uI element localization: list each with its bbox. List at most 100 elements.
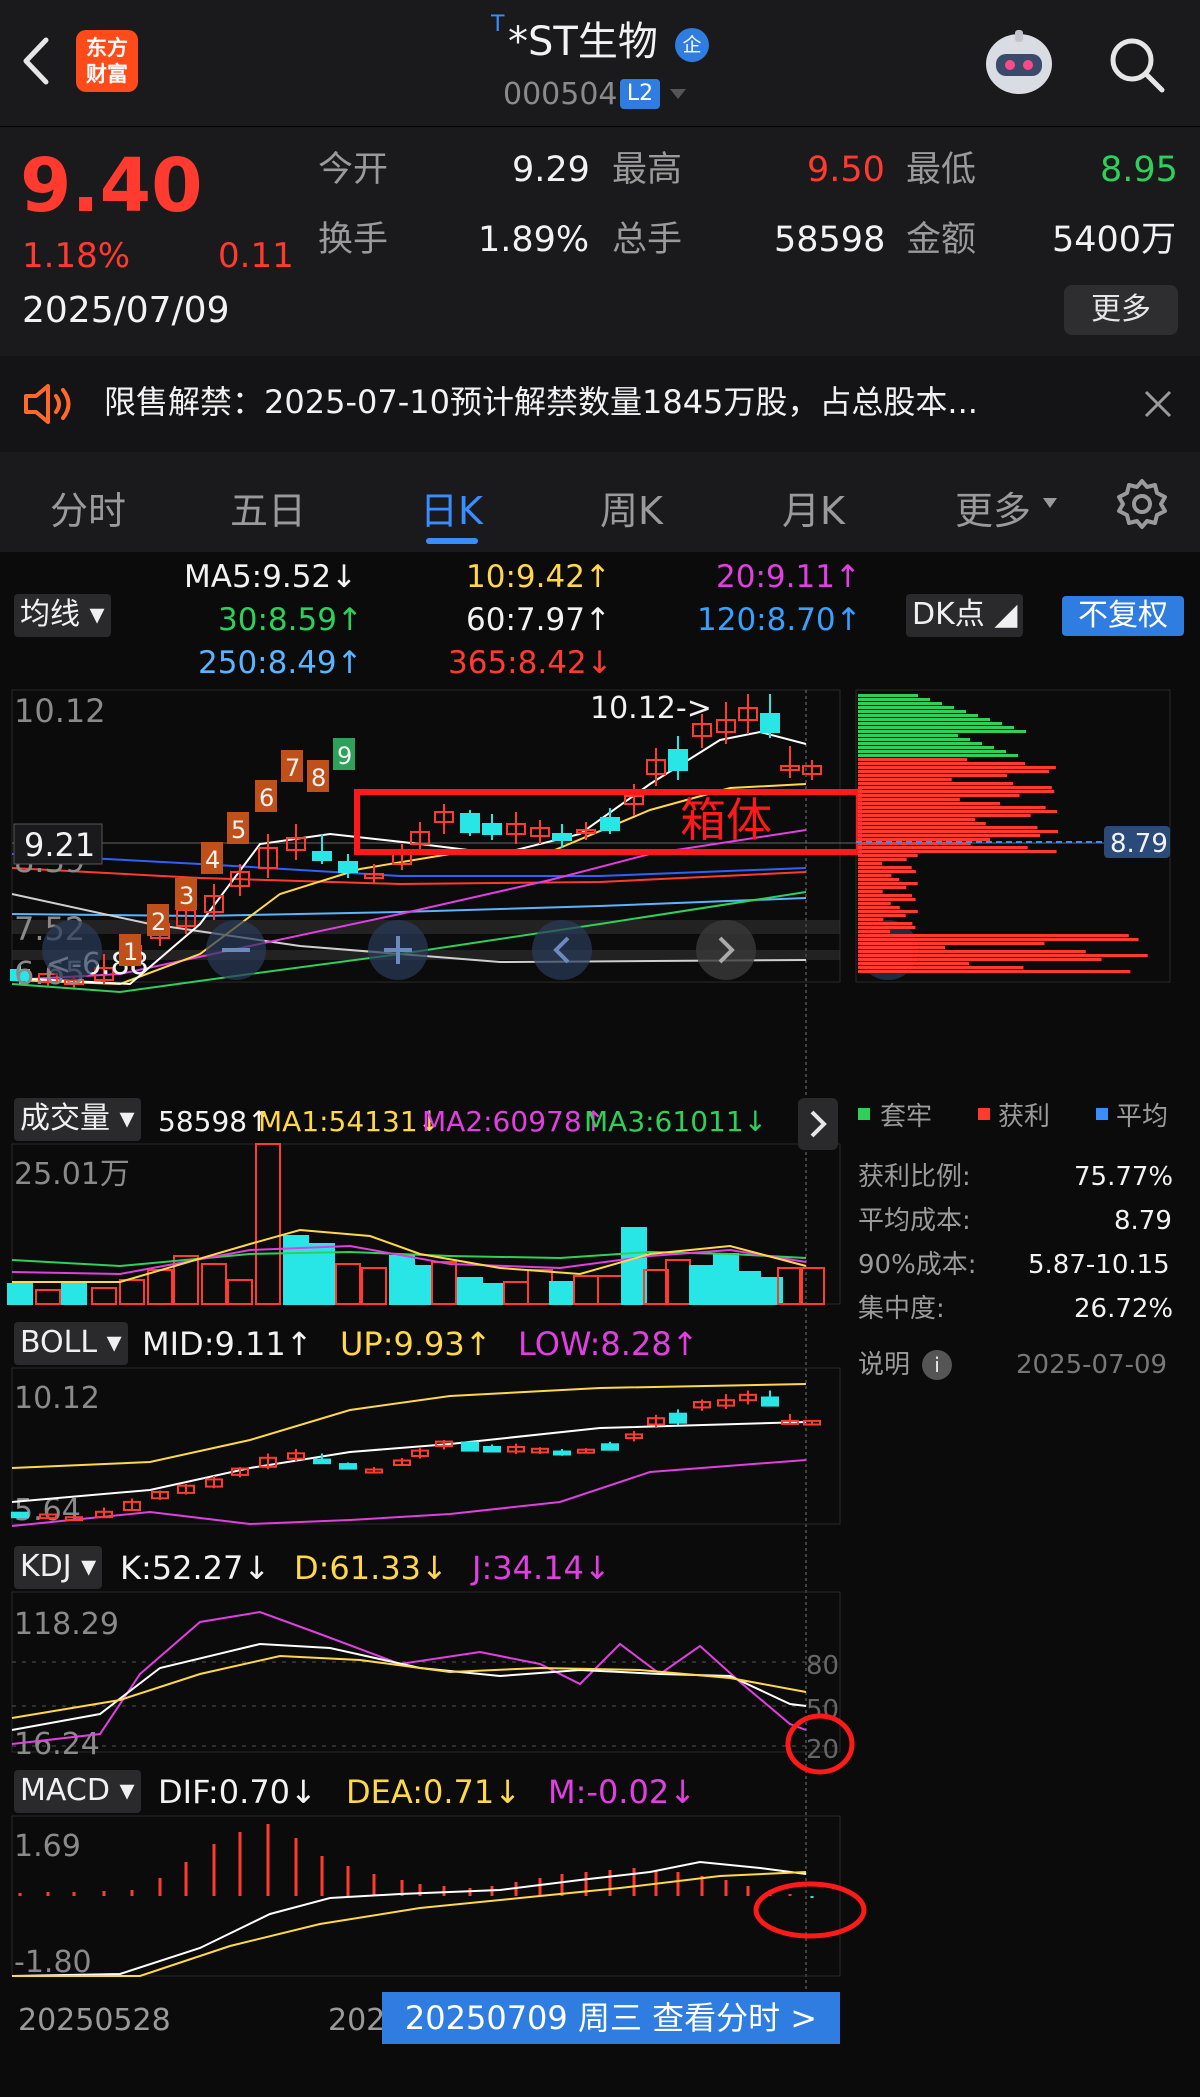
chip-bar xyxy=(858,826,1038,829)
app-logo[interactable]: 东方 财富 xyxy=(76,30,138,92)
chip-bar xyxy=(858,758,968,761)
gear-icon[interactable] xyxy=(1116,478,1168,530)
chip-bar xyxy=(858,802,1000,805)
notice-bar[interactable]: 限售解禁：2025-07-10预计解禁数量1845万股，占总股本... xyxy=(0,356,1200,452)
chip-bar xyxy=(858,942,1045,945)
kdj-level-80: 80 xyxy=(806,1651,839,1681)
candle-body xyxy=(668,749,688,771)
candle-body xyxy=(760,713,780,733)
robot-avatar-icon[interactable] xyxy=(980,26,1058,102)
active-tab-indicator xyxy=(426,538,478,544)
volume-bar xyxy=(431,1261,457,1305)
dk-point-selector[interactable]: DK点 ◢ xyxy=(906,594,1024,637)
search-icon[interactable] xyxy=(1106,34,1168,96)
boll-candle-body xyxy=(313,1458,331,1465)
chip-bar xyxy=(858,770,1050,773)
tab-intraday[interactable]: 分时 xyxy=(50,480,126,535)
scroll-left-button[interactable] xyxy=(532,920,592,980)
view-intraday-button[interactable]: 20250709 周三 查看分时 > xyxy=(382,1992,840,2044)
boll-y-top: 10.12 xyxy=(14,1381,100,1416)
low-value: 8.95 xyxy=(1100,150,1178,190)
chip-bar xyxy=(858,902,891,905)
cursor-price: 9.21 xyxy=(24,826,95,864)
chip-bar xyxy=(858,818,976,821)
kdj-d: D:61.33↓ xyxy=(294,1549,448,1587)
axis-start-date: 20250528 xyxy=(18,2003,171,2038)
chip-row-value: 8.79 xyxy=(1114,1206,1172,1236)
macd-dif: DIF:0.70↓ xyxy=(158,1773,317,1811)
chip-row-label: 获利比例: xyxy=(858,1162,971,1192)
legend-trap-swatch xyxy=(858,1108,870,1120)
chip-bar xyxy=(858,846,1028,849)
chip-bar xyxy=(858,734,958,737)
chip-bar xyxy=(858,886,907,889)
tab-more[interactable]: 更多 xyxy=(955,480,1031,535)
ma-selector[interactable]: 均线 ▾ xyxy=(14,594,111,637)
more-quote-button[interactable]: 更多 xyxy=(1064,285,1178,335)
volume-bar xyxy=(573,1275,599,1305)
tab-five-day[interactable]: 五日 xyxy=(230,480,306,535)
volume-selector[interactable]: 成交量 ▾ xyxy=(14,1098,141,1141)
info-icon[interactable]: i xyxy=(922,1350,952,1380)
chip-row-value: 5.87-10.15 xyxy=(1028,1250,1170,1280)
volume-label: 总手 xyxy=(612,220,683,260)
dk-point-label: DK点 xyxy=(912,597,985,632)
chip-bar xyxy=(858,870,916,873)
chip-bar xyxy=(858,762,1025,765)
ma365-value: 365:8.42↓ xyxy=(448,645,613,681)
zoom-out-full-button[interactable] xyxy=(42,920,102,980)
volume-bar xyxy=(689,1265,715,1305)
boll-low: LOW:8.28↑ xyxy=(518,1325,699,1363)
macd-panel xyxy=(11,1815,841,1977)
charts-canvas[interactable]: 箱体 10.12 8.39 7.52 6.65 9.21 10.12-> <-6… xyxy=(0,684,1200,2097)
chip-bar xyxy=(858,910,918,913)
boll-candle-body xyxy=(553,1450,571,1456)
chip-bar xyxy=(858,730,1026,733)
adjust-mode-button[interactable]: 不复权 xyxy=(1062,596,1184,636)
chip-bar xyxy=(858,970,1131,973)
chip-bar xyxy=(858,946,946,949)
kdj-selector[interactable]: KDJ ▾ xyxy=(14,1546,103,1589)
expand-chip-button[interactable] xyxy=(798,1098,838,1150)
stock-code: 000504 xyxy=(503,77,618,112)
boll-candles xyxy=(11,1390,821,1522)
volume-bar xyxy=(527,1269,553,1305)
chip-note[interactable]: 说明 xyxy=(858,1352,910,1378)
candle-body xyxy=(482,823,502,835)
volume-bar xyxy=(35,1289,61,1305)
enterprise-badge: 企 xyxy=(675,28,709,62)
tab-daily-k[interactable]: 日K xyxy=(420,480,483,535)
candle-body xyxy=(338,861,358,873)
tab-monthly-k[interactable]: 月K xyxy=(782,480,845,535)
legend-avg: 平均 xyxy=(1116,1102,1169,1132)
chip-bar xyxy=(858,894,913,897)
candle-body xyxy=(460,813,480,833)
macd-histogram xyxy=(18,1824,814,1898)
volume-ma1: MA1:54131↓ xyxy=(258,1105,442,1138)
chip-bar xyxy=(858,722,1002,725)
candle-body xyxy=(600,817,620,831)
legend-avg-swatch xyxy=(1096,1108,1108,1120)
chip-bar xyxy=(858,718,990,721)
chart-area: 均线 ▾ MA5:9.52↓ 10:9.42↑ 20:9.11↑ 30:8.59… xyxy=(0,552,1200,2097)
turnover-value: 1.89% xyxy=(478,220,590,260)
back-icon[interactable] xyxy=(18,34,52,88)
tab-weekly-k[interactable]: 周K xyxy=(600,480,663,535)
chip-bar xyxy=(858,694,918,697)
volume-bar xyxy=(255,1143,281,1305)
macd-selector[interactable]: MACD ▾ xyxy=(14,1770,141,1813)
chip-bar xyxy=(858,866,912,869)
chip-bar xyxy=(858,766,1056,769)
boll-low-line xyxy=(11,1459,807,1527)
stock-title: *ST生物 xyxy=(508,19,658,65)
boll-selector[interactable]: BOLL ▾ xyxy=(14,1322,128,1365)
volume-bar xyxy=(407,1265,433,1305)
open-label: 今开 xyxy=(318,150,389,190)
last-price: 9.40 xyxy=(20,143,203,229)
scroll-right-button[interactable] xyxy=(696,920,756,980)
level-badge[interactable]: L2 xyxy=(620,79,660,109)
boll-selector-label: BOLL xyxy=(20,1325,98,1360)
chevron-down-icon[interactable] xyxy=(668,86,688,102)
macd-selector-label: MACD xyxy=(20,1773,110,1808)
close-icon[interactable] xyxy=(1142,388,1174,420)
